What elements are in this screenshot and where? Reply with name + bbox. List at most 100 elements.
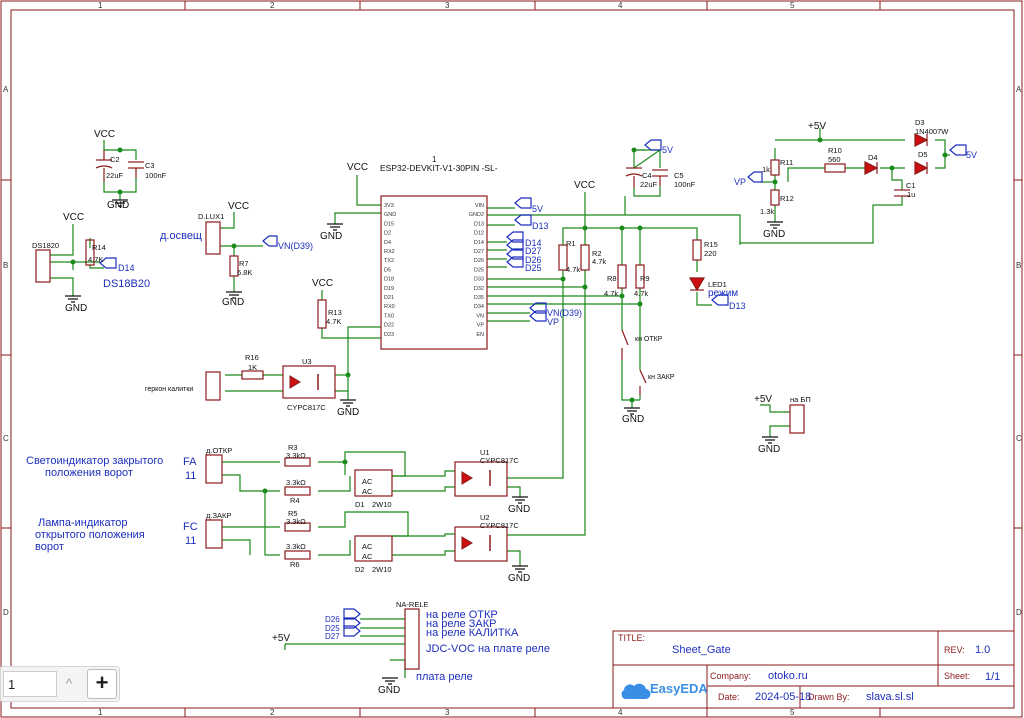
ref: д.ЗАКР	[206, 511, 231, 520]
col-label: 5	[790, 1, 795, 10]
val: 1.3k	[760, 207, 774, 216]
mcu-pin-right: D13	[474, 221, 484, 227]
mcu-pin-right: EN	[476, 332, 484, 338]
zoom-plus-button[interactable]: +	[87, 669, 117, 699]
val: 100nF	[145, 171, 167, 180]
row-label: D	[1016, 608, 1022, 617]
rev-label: REV:	[944, 645, 965, 655]
row-label: B	[1016, 261, 1021, 270]
fc-label: FC	[183, 521, 198, 533]
title-value: Sheet_Gate	[672, 644, 731, 656]
row-label: B	[3, 261, 8, 270]
mcu-pin-left: D4	[384, 240, 391, 246]
jdc-label: JDC-VOC на плате реле	[426, 643, 550, 655]
row-label: C	[1016, 434, 1022, 443]
mcu-pin-left: RX2	[384, 249, 395, 255]
p5v-label: +5V	[754, 394, 772, 405]
ref: D.LUX1	[198, 212, 224, 221]
val: 3.3kΩ	[286, 451, 306, 460]
p5v-label: +5V	[272, 633, 290, 644]
ds1820-conn	[35, 249, 51, 283]
col-label: 2	[270, 708, 275, 717]
gnd-label: GND	[320, 231, 342, 242]
p5v-label: +5V	[808, 121, 826, 132]
val: CYPC817C	[287, 403, 326, 412]
val: 2W10	[372, 500, 392, 509]
ref: U3	[302, 357, 312, 366]
mcu-pin-left: D18	[384, 277, 394, 283]
mcu-pin-right: D35	[474, 295, 484, 301]
ref: R14	[92, 243, 106, 252]
ref: R12	[780, 194, 794, 203]
val: 3.3kΩ	[286, 517, 306, 526]
btn-otkr-label: кн ОТКР	[635, 336, 663, 343]
rev-value: 1.0	[975, 644, 990, 656]
svet-line2: положения ворот	[45, 467, 133, 479]
zoom-up-arrow-icon[interactable]: ^	[57, 671, 81, 697]
zoom-control: 1 ^ +	[0, 666, 120, 702]
vcc-label: VCC	[228, 201, 249, 212]
drawn-label: Drawn By:	[808, 692, 850, 702]
plata-label: плата реле	[416, 671, 473, 683]
date-value: 2024-05-18	[755, 691, 811, 703]
val: 4.7k	[634, 289, 648, 298]
gnd-label: GND	[763, 229, 785, 240]
net-label: D13	[532, 221, 549, 231]
net-label: D27	[325, 632, 340, 641]
row-label: C	[3, 434, 9, 443]
rele-kalit: на реле КАЛИТКА	[426, 627, 519, 639]
net-label: 5V	[662, 145, 673, 155]
vcc-label: VCC	[312, 278, 333, 289]
mcu-pin-left: 3V3	[384, 203, 394, 209]
ref: C2	[110, 155, 120, 164]
gerkon-label: геркон калитки	[145, 386, 193, 393]
mcu-pin-left: D23	[384, 332, 394, 338]
val: 1u	[907, 190, 915, 199]
val: 1K	[248, 363, 257, 372]
net-label: VP	[547, 317, 559, 327]
ref: R10	[828, 146, 842, 155]
gnd-label: GND	[508, 573, 530, 584]
mcu-pin-left: GND	[384, 212, 396, 218]
row-label: D	[3, 608, 9, 617]
ref: R11	[780, 158, 793, 167]
title-block: TITLE: REV: Company: Sheet: Date: Drawn …	[612, 630, 1015, 709]
btn-zakr-label: кн ЗАКР	[648, 374, 675, 381]
mcu-pin-right: GND2	[469, 212, 484, 218]
val: 6.8K	[237, 268, 252, 277]
mcu-pin-right: D26	[474, 258, 484, 264]
ref: R9	[640, 274, 650, 283]
easyeda-text: EasyEDA	[650, 681, 708, 696]
col-label: 4	[618, 1, 623, 10]
val: CYPC817C	[480, 521, 519, 530]
mcu-pin-left: D2	[384, 231, 391, 237]
val: 3.3kΩ	[286, 478, 306, 487]
row-label: A	[1016, 85, 1022, 94]
net-label: 5V	[966, 150, 977, 160]
flag-vn	[262, 235, 278, 247]
val: 22uF	[640, 180, 658, 189]
gnd-label: GND	[107, 200, 129, 211]
ref: C3	[145, 161, 155, 170]
col-label: 1	[98, 708, 103, 717]
ref: D5	[918, 150, 928, 159]
vcc-label: VCC	[347, 162, 368, 173]
mcu-pin-right: D25	[474, 267, 484, 273]
val: 4.7k	[604, 289, 618, 298]
vcc-label: VCC	[63, 212, 84, 223]
ref: R8	[607, 274, 617, 283]
lamp-line3: ворот	[35, 541, 64, 553]
lamp-line1: Лампа-индикатор	[38, 517, 128, 529]
ref: R15	[704, 240, 718, 249]
val: 1k	[762, 165, 770, 174]
col-label: 3	[445, 1, 450, 10]
mcu-pin-right: D14	[474, 240, 484, 246]
zoom-input[interactable]: 1	[3, 671, 57, 697]
val: 4.7K	[88, 255, 103, 264]
mcu-pin-right: VIN	[475, 203, 484, 209]
wires	[50, 128, 950, 678]
net-label: VP	[734, 177, 746, 187]
val: 3.3kΩ	[286, 542, 306, 551]
val: 22uF	[106, 171, 124, 180]
col-label: 3	[445, 708, 450, 717]
